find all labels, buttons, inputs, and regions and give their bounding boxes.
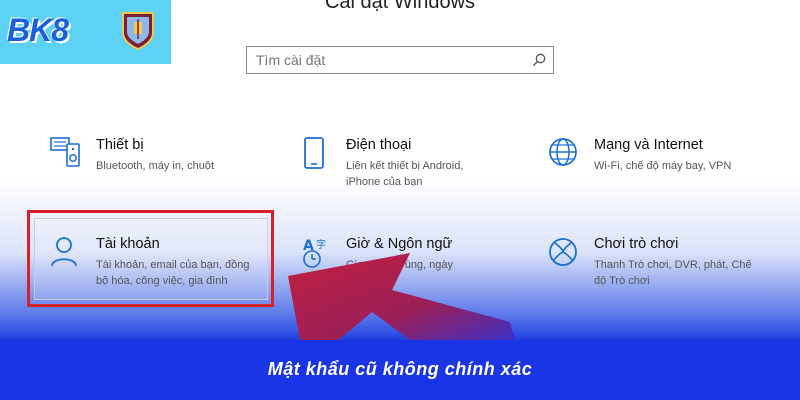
brand-logo: BK8 — [7, 12, 69, 48]
caption-bar: Mật khẩu cũ không chính xác — [0, 340, 800, 400]
brand-panel: BK8 — [0, 0, 171, 64]
caption-text: Mật khẩu cũ không chính xác — [267, 359, 533, 379]
club-crest-icon — [122, 12, 154, 51]
settings-screenshot: Cài đặt Windows Thiết bị Bluetooth, máy … — [0, 0, 800, 400]
